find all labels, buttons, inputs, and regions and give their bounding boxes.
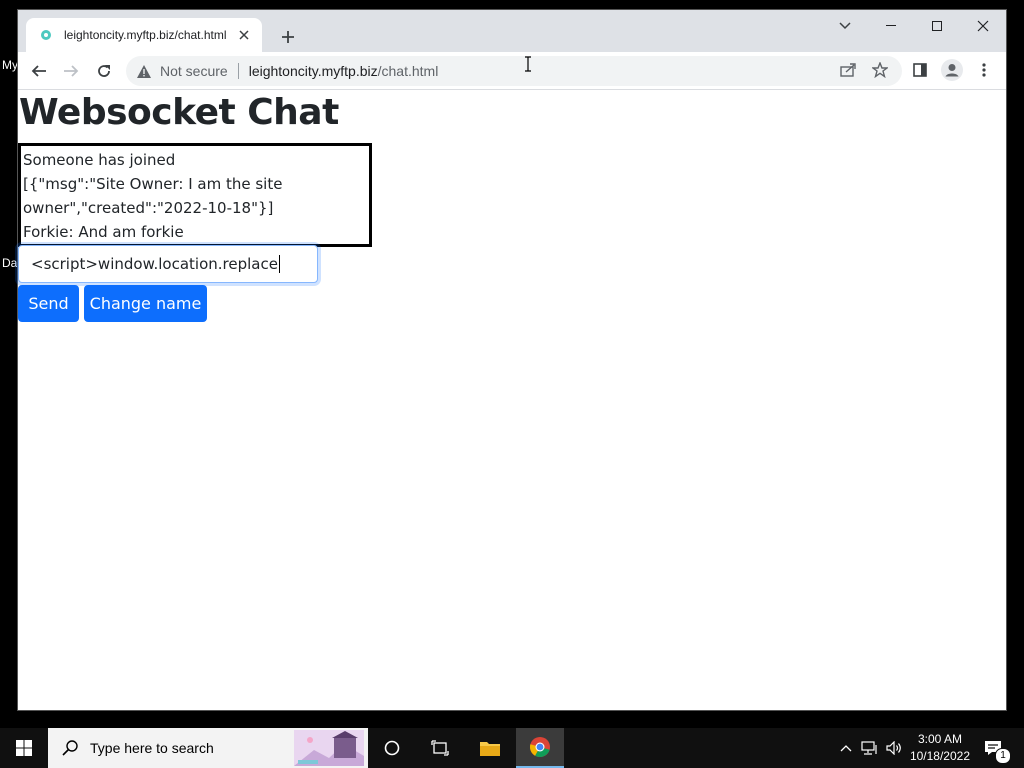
message-input-value: <script>window.location.replace [31,255,278,273]
message-input[interactable]: <script>window.location.replace [18,245,318,283]
maximize-icon[interactable] [914,10,960,42]
chat-message: [{"msg":"Site Owner: I am the site owner… [23,175,288,217]
taskbar: Type here to search 3:00 AM 10/18/2022 1 [0,728,1024,768]
taskbar-search-input[interactable]: Type here to search [48,728,368,768]
browser-window: leightoncity.myftp.biz/chat.html Not sec… [18,10,1006,710]
security-label[interactable]: Not secure [160,63,228,79]
address-bar[interactable]: Not secure leightoncity.myftp.biz/chat.h… [126,56,902,86]
search-placeholder: Type here to search [90,740,214,756]
forward-arrow-icon[interactable] [58,58,84,84]
bookmark-star-icon[interactable] [866,56,894,84]
profile-avatar-icon[interactable] [938,56,966,84]
page-content: Websocket Chat Someone has joined [{"msg… [18,90,1006,710]
omnibox-divider [237,63,239,79]
chat-log: Someone has joined [{"msg":"Site Owner: … [18,143,372,247]
site-favicon-icon [38,27,54,43]
url-text[interactable]: leightoncity.myftp.biz/chat.html [249,63,439,79]
volume-icon[interactable] [882,728,906,768]
cortana-icon[interactable] [372,728,412,768]
new-tab-icon[interactable] [276,25,300,49]
clock-date: 10/18/2022 [909,749,970,763]
show-hidden-icons-chevron-icon[interactable] [836,728,856,768]
back-arrow-icon[interactable] [26,58,52,84]
system-clock[interactable]: 3:00 AM 10/18/2022 [910,731,970,765]
close-window-icon[interactable] [960,10,1006,42]
file-explorer-icon[interactable] [468,728,512,768]
send-button[interactable]: Send [18,285,79,322]
change-name-button[interactable]: Change name [84,285,207,322]
url-host: leightoncity.myftp.biz [248,63,378,79]
search-icon [62,740,78,756]
kebab-menu-icon[interactable] [970,56,998,84]
search-highlight-illustration-icon [294,730,364,766]
clock-time: 3:00 AM [917,732,962,746]
tab-strip: leightoncity.myftp.biz/chat.html [18,10,1006,52]
browser-tab[interactable]: leightoncity.myftp.biz/chat.html [26,18,262,52]
desktop-icon-label: My [2,58,18,72]
warning-triangle-icon[interactable] [136,63,152,79]
tab-title: leightoncity.myftp.biz/chat.html [64,28,227,42]
task-view-icon[interactable] [420,728,460,768]
chrome-taskbar-icon[interactable] [516,728,564,768]
chat-message: Forkie: And am forkie [23,223,184,241]
browser-toolbar: Not secure leightoncity.myftp.biz/chat.h… [18,52,1006,90]
notification-count-badge: 1 [995,748,1011,764]
url-path: /chat.html [377,63,439,79]
side-panel-icon[interactable] [906,56,934,84]
close-tab-icon[interactable] [234,25,254,45]
desktop-icon-label: Da [2,256,18,270]
tab-search-chevron-icon[interactable] [822,10,868,42]
minimize-icon[interactable] [868,10,914,42]
network-icon[interactable] [858,728,882,768]
page-title: Websocket Chat [19,92,339,133]
reload-icon[interactable] [91,58,117,84]
ibeam-cursor-icon [524,56,532,76]
text-caret [278,255,280,273]
windows-start-icon[interactable] [0,728,48,768]
chat-message: Someone has joined [23,151,176,169]
share-icon[interactable] [834,56,862,84]
